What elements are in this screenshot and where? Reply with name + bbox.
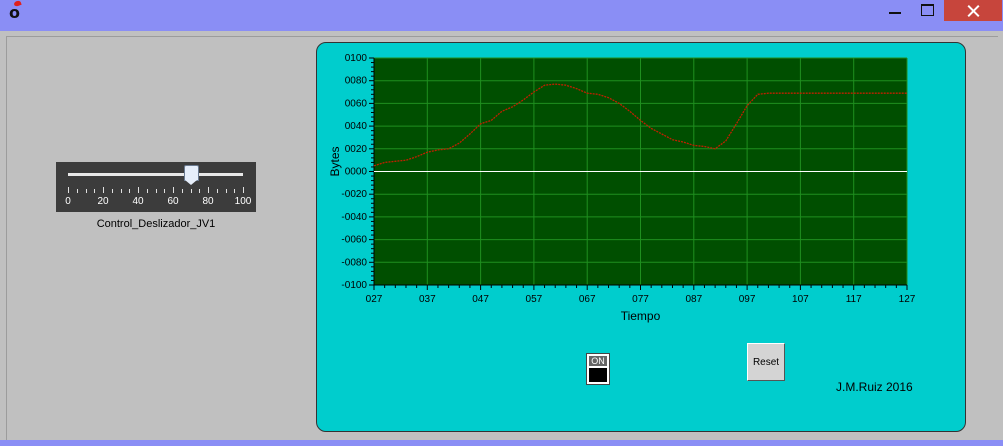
y-tick-label: -0020 <box>341 189 367 200</box>
x-tick-label: 057 <box>526 294 543 305</box>
reset-button[interactable]: Reset <box>747 343 785 381</box>
y-tick-label: 0000 <box>345 167 368 178</box>
y-tick-label: -0080 <box>341 257 367 268</box>
x-tick-label: 127 <box>899 294 916 305</box>
y-tick-label: 0100 <box>345 53 368 64</box>
x-tick-label: 077 <box>632 294 649 305</box>
y-axis-label: Bytes <box>328 146 342 176</box>
x-tick-label: 087 <box>685 294 702 305</box>
y-tick-label: -0060 <box>341 235 367 246</box>
on-label: ON <box>589 356 607 366</box>
x-axis-label: Tiempo <box>621 309 661 323</box>
y-tick-label: -0040 <box>341 212 367 223</box>
on-indicator <box>589 368 607 382</box>
x-tick-label: 107 <box>792 294 809 305</box>
y-tick-label: 0020 <box>345 144 368 155</box>
y-tick-label: -0100 <box>341 280 367 291</box>
x-tick-label: 097 <box>739 294 756 305</box>
x-tick-label: 027 <box>366 294 383 305</box>
y-tick-label: 0080 <box>345 76 368 87</box>
on-toggle-button[interactable]: ON <box>586 353 610 385</box>
y-tick-label: 0040 <box>345 121 368 132</box>
credit-text: J.M.Ruiz 2016 <box>836 380 913 394</box>
x-tick-label: 047 <box>472 294 489 305</box>
x-tick-label: 067 <box>579 294 596 305</box>
x-tick-label: 037 <box>419 294 436 305</box>
y-tick-label: 0060 <box>345 98 368 109</box>
x-tick-label: 117 <box>846 294 862 305</box>
